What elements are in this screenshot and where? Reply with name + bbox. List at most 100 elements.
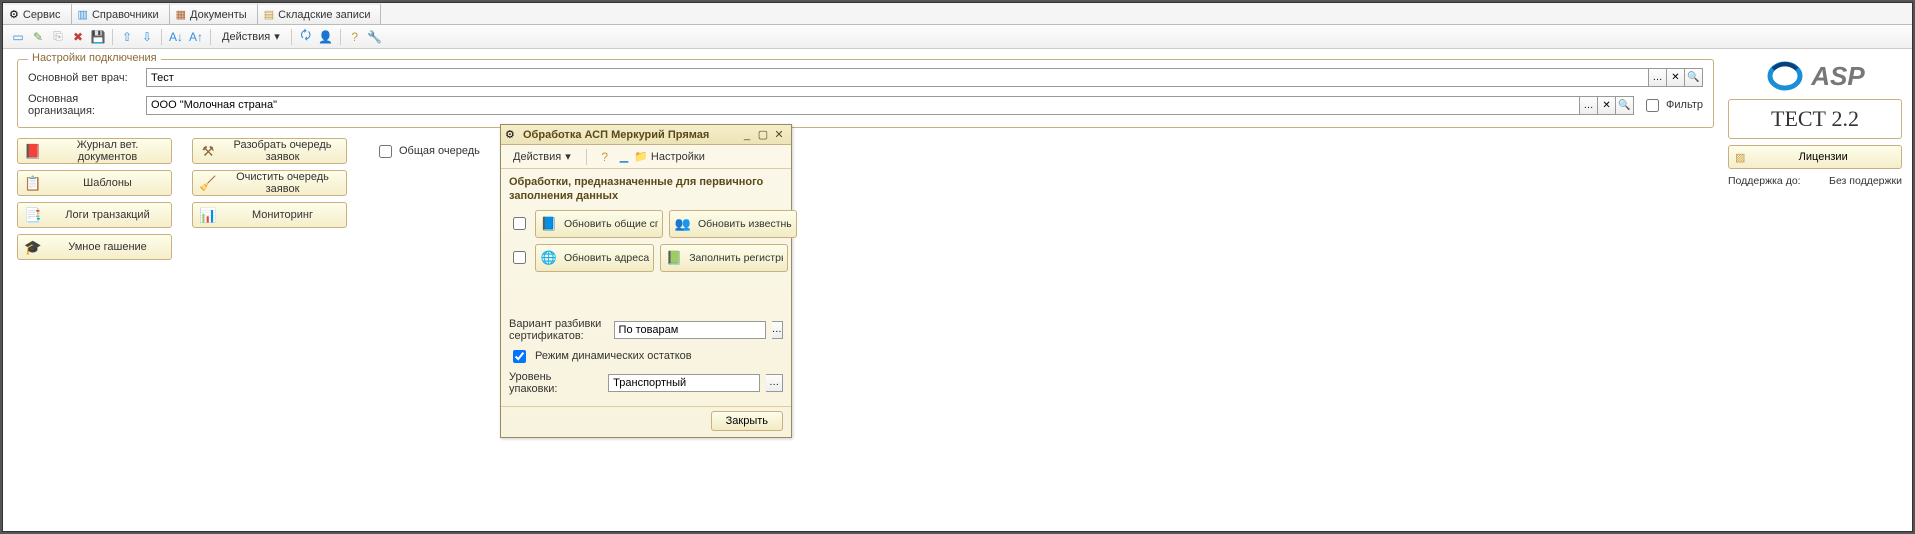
users-icon: 👥 — [674, 215, 692, 233]
row-checkbox[interactable] — [513, 251, 526, 264]
org-row: Основная организация: … ✕ 🔍 Фильтр — [28, 93, 1703, 117]
globe-icon: 🌐 — [540, 249, 558, 267]
sort-desc-icon[interactable]: A↑ — [187, 28, 205, 46]
underscore-icon[interactable]: ▁ — [620, 150, 628, 163]
delete-icon[interactable]: ✖ — [69, 28, 87, 46]
settings-label: Настройки — [651, 151, 705, 163]
broom-icon: 🧹 — [199, 174, 217, 192]
clear-queue-button[interactable]: 🧹 Очистить очередь заявок — [192, 170, 347, 196]
dyn-remain-label: Режим динамических остатков — [535, 350, 692, 362]
support-label: Поддержка до: — [1728, 175, 1801, 187]
up-icon[interactable]: ⇧ — [118, 28, 136, 46]
processing-dialog: ⚙ Обработка АСП Меркурий Прямая _ ▢ ✕ Де… — [500, 124, 792, 438]
ellipsis-button[interactable]: … — [772, 321, 783, 339]
smart-clear-button[interactable]: 🎓 Умное гашение — [17, 234, 172, 260]
cert-split-input[interactable] — [614, 321, 766, 339]
button-label: Заполнить регистры — [689, 252, 783, 264]
sort-asc-icon[interactable]: A↓ — [167, 28, 185, 46]
refresh-icon[interactable]: 🗘 — [297, 28, 315, 46]
pack-level-input[interactable] — [608, 374, 760, 392]
pack-level-label: Уровень упаковки: — [509, 371, 602, 395]
org-input[interactable] — [146, 96, 1580, 115]
licenses-button[interactable]: ▨ Лицензии — [1728, 145, 1902, 169]
journal-button[interactable]: 📕 Журнал вет. документов — [17, 138, 172, 164]
ellipsis-button[interactable]: … — [1649, 68, 1667, 87]
monitoring-button[interactable]: 📊 Мониторинг — [192, 202, 347, 228]
minimize-button[interactable]: _ — [739, 128, 755, 142]
down-icon[interactable]: ⇩ — [138, 28, 156, 46]
dialog-footer: Закрыть — [501, 406, 791, 437]
button-label: Очистить очередь заявок — [225, 171, 340, 195]
clear-button[interactable]: ✕ — [1598, 96, 1616, 115]
ellipsis-button[interactable]: … — [1580, 96, 1598, 115]
clear-button[interactable]: ✕ — [1667, 68, 1685, 87]
fieldset-legend: Настройки подключения — [28, 52, 161, 64]
chart-icon: 📊 — [199, 206, 217, 224]
new-icon[interactable]: ▭ — [9, 28, 27, 46]
tab-warehouse[interactable]: ▤ Складские записи — [258, 3, 382, 24]
vet-row: Основной вет врач: … ✕ 🔍 — [28, 68, 1703, 87]
search-button[interactable]: 🔍 — [1616, 96, 1634, 115]
tab-docs[interactable]: ▦ Документы — [170, 3, 258, 24]
fill-registers-button[interactable]: 📗 Заполнить регистры — [660, 244, 788, 272]
gear-icon: ⚙ — [9, 8, 19, 21]
folder-icon: 📁 — [634, 150, 648, 163]
wrench-icon[interactable]: 🔧 — [366, 28, 384, 46]
maximize-button[interactable]: ▢ — [755, 128, 771, 142]
help-icon[interactable]: ? — [346, 28, 364, 46]
pack-level-row: Уровень упаковки: … — [509, 371, 783, 395]
help-icon[interactable]: ? — [596, 148, 614, 166]
actions-label: Действия — [513, 151, 561, 163]
parse-queue-button[interactable]: ⚒ Разобрать очередь заявок — [192, 138, 347, 164]
button-label: Обновить общие справ... — [564, 218, 658, 230]
common-queue-wrap[interactable]: Общая очередь — [375, 142, 480, 161]
close-button[interactable]: ✕ — [771, 128, 787, 142]
connection-fieldset: Настройки подключения Основной вет врач:… — [17, 59, 1714, 128]
edit-icon[interactable]: ✎ — [29, 28, 47, 46]
common-queue-label: Общая очередь — [399, 145, 480, 157]
dialog-heading: Обработки, предназначенные для первичног… — [509, 175, 783, 204]
tab-label: Документы — [190, 9, 247, 21]
separator — [210, 29, 211, 45]
separator — [291, 29, 292, 45]
filter-checkbox[interactable] — [1646, 99, 1659, 112]
actions-label: Действия — [222, 31, 270, 43]
chevron-down-icon: ▾ — [565, 150, 571, 163]
settings-link[interactable]: 📁 Настройки — [634, 150, 705, 163]
filter-checkbox-wrap[interactable]: Фильтр — [1642, 96, 1703, 115]
update-addresses-button[interactable]: 🌐 Обновить адреса — [535, 244, 654, 272]
save-icon[interactable]: 💾 — [89, 28, 107, 46]
templates-button[interactable]: 📋 Шаблоны — [17, 170, 172, 196]
copy-icon[interactable]: ⎘ — [49, 28, 67, 46]
dyn-remain-row: Режим динамических остатков — [509, 347, 783, 366]
dyn-remain-checkbox[interactable] — [513, 350, 526, 363]
tab-label: Складские записи — [278, 9, 370, 21]
actions-dropdown[interactable]: Действия ▾ — [216, 28, 286, 45]
search-button[interactable]: 🔍 — [1685, 68, 1703, 87]
tab-refs[interactable]: ▥ Справочники — [72, 3, 170, 24]
tab-label: Сервис — [23, 9, 61, 21]
vet-input[interactable] — [146, 68, 1649, 87]
common-queue-checkbox[interactable] — [379, 145, 392, 158]
cert-split-label: Вариант разбивки сертификатов: — [509, 318, 608, 342]
dialog-toolbar: Действия ▾ ? ▁ 📁 Настройки — [501, 145, 791, 169]
main-area: Настройки подключения Основной вет врач:… — [3, 49, 1912, 531]
support-row: Поддержка до: Без поддержки — [1728, 175, 1902, 187]
register-icon: 📗 — [665, 249, 683, 267]
button-label: Логи транзакций — [50, 209, 165, 221]
hammer-icon: ⚒ — [199, 142, 217, 160]
tab-service[interactable]: ⚙ Сервис — [3, 3, 72, 24]
update-common-button[interactable]: 📘 Обновить общие справ... — [535, 210, 663, 238]
user-icon[interactable]: 👤 — [317, 28, 335, 46]
button-label: Обновить адреса — [564, 252, 649, 264]
ellipsis-button[interactable]: … — [766, 374, 783, 392]
dialog-actions-dropdown[interactable]: Действия ▾ — [507, 148, 577, 165]
button-label: Мониторинг — [225, 209, 340, 221]
update-known-button[interactable]: 👥 Обновить известные хоз. — [669, 210, 797, 238]
trans-logs-button[interactable]: 📑 Логи транзакций — [17, 202, 172, 228]
dialog-close-button[interactable]: Закрыть — [711, 411, 783, 431]
license-icon: ▨ — [1735, 151, 1745, 164]
document-icon: ▦ — [176, 8, 186, 21]
dialog-titlebar[interactable]: ⚙ Обработка АСП Меркурий Прямая _ ▢ ✕ — [501, 125, 791, 145]
row-checkbox[interactable] — [513, 217, 526, 230]
